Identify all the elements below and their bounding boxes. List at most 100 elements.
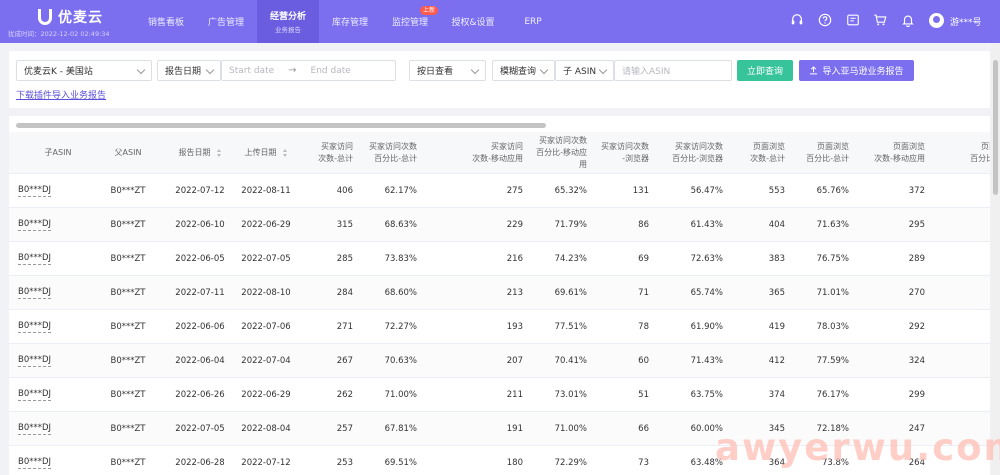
date-type-select[interactable]: 报告日期 — [157, 60, 221, 81]
table-cell: 2022-08-04 — [233, 412, 299, 446]
start-date-input[interactable]: Start date — [229, 66, 274, 76]
import-report-label: 导入亚马逊业务报告 — [822, 67, 904, 77]
query-button[interactable]: 立即查询 — [737, 60, 793, 81]
shop-select[interactable]: 优麦云K - 美国站 — [16, 60, 152, 81]
match-mode-select[interactable]: 模糊查询 — [492, 60, 555, 81]
cell-value: 71.63% — [816, 220, 849, 230]
headset-icon[interactable] — [790, 13, 804, 27]
column-header[interactable]: 报告日期 — [167, 132, 233, 174]
table-row[interactable]: B0***DJ B0***ZT 2022-06-10 2022-06-29 315 68.… — [9, 208, 990, 242]
column-header-label: 页面浏览 次数-移动应用 — [874, 142, 925, 163]
table-cell: 262 — [299, 378, 359, 412]
table-cell: 76.75% — [791, 242, 855, 276]
column-header-label: 页面浏览 百分比-总计 — [806, 142, 849, 163]
table-cell: 65.74% — [655, 276, 729, 310]
horizontal-scrollbar[interactable] — [16, 123, 546, 128]
cell-value: 72.63% — [690, 254, 723, 264]
cell-value: 193 — [506, 322, 523, 332]
cell-value: 315 — [336, 220, 353, 230]
table-cell: 257 — [299, 412, 359, 446]
app-logo[interactable]: 优麦云 — [38, 7, 103, 27]
table-cell: 2022-06-26 — [167, 378, 233, 412]
table-cell: 315 — [299, 208, 359, 242]
table-cell: 2022-06-10 — [167, 208, 233, 242]
asin-type-select[interactable]: 子 ASIN — [555, 60, 614, 81]
vertical-scrollbar[interactable] — [993, 60, 998, 195]
username[interactable]: 游***号 — [950, 15, 982, 28]
table-row[interactable]: B0***DJ B0***ZT 2022-06-06 2022-07-06 271 72.… — [9, 310, 990, 344]
download-plugin-link[interactable]: 下载插件导入业务报告 — [16, 88, 106, 101]
cell-value: 295 — [908, 220, 925, 230]
table-cell: 67.81% — [359, 412, 423, 446]
cell-value: 211 — [506, 390, 523, 400]
date-type-value: 报告日期 — [165, 67, 202, 77]
cell-value: 74.23% — [554, 254, 587, 264]
cell-value: 2022-07-05 — [175, 424, 225, 434]
cell-value: 271 — [336, 322, 353, 332]
table-row[interactable]: B0***DJ B0***ZT 2022-07-12 2022-08-11 406 62.… — [9, 174, 990, 208]
table-cell: 60 — [593, 344, 655, 378]
column-header: 父ASIN — [89, 132, 167, 174]
date-range-picker[interactable]: Start date → End date — [221, 60, 396, 81]
bell-icon[interactable] — [901, 13, 915, 28]
match-mode-value: 模糊查询 — [500, 67, 537, 77]
table-cell: 2022-06-06 — [167, 310, 233, 344]
cart-icon[interactable] — [873, 13, 887, 27]
table-row[interactable]: B0***DJ B0***ZT 2022-07-11 2022-08-10 284 68.… — [9, 276, 990, 310]
table-cell: 412 — [729, 344, 791, 378]
view-by-value: 按日查看 — [417, 67, 454, 77]
cell-value: 2022-08-10 — [241, 288, 291, 298]
parent-asin-cell: B0***ZT — [89, 446, 167, 475]
table-cell: 2022-06-28 — [167, 446, 233, 475]
view-by-select[interactable]: 按日查看 — [409, 60, 486, 81]
cell-value: 73.83% — [384, 254, 417, 264]
nav-inventory[interactable]: 库存管理 — [324, 0, 376, 43]
table-row[interactable]: B0***DJ B0***ZT 2022-06-26 2022-06-29 262 71.… — [9, 378, 990, 412]
asin-input[interactable]: 请输入ASIN — [614, 60, 732, 81]
nav-sales-dashboard[interactable]: 销售看板 — [140, 0, 192, 43]
cell-value: 2022-06-29 — [241, 390, 291, 400]
nav-monitor[interactable]: 监控管理 上新 — [384, 0, 438, 43]
import-report-button[interactable]: 导入亚马逊业务报告 — [799, 60, 914, 81]
cell-value: B0***DJ — [18, 321, 52, 333]
table-cell: 2022-06-05 — [167, 242, 233, 276]
message-icon[interactable] — [846, 13, 860, 27]
column-header[interactable]: 上传日期 — [233, 132, 299, 174]
cell-value: 70.41% — [554, 356, 587, 366]
table-cell: 207 — [423, 344, 529, 378]
cell-value: 2022-06-06 — [175, 322, 225, 332]
nav-business-analysis[interactable]: 经营分析 业务报告 — [257, 0, 319, 43]
user-icon[interactable] — [929, 13, 944, 28]
parent-asin-cell: B0***ZT — [89, 208, 167, 242]
nav-erp[interactable]: ERP — [515, 0, 551, 43]
sort-icon[interactable] — [282, 148, 288, 158]
cell-value: 61.90% — [690, 322, 723, 332]
column-header-label: 上传日期 — [244, 148, 277, 157]
table-cell: 553 — [729, 174, 791, 208]
sort-icon[interactable] — [216, 148, 222, 158]
cell-value: 2022-08-11 — [241, 186, 291, 196]
nav-ads[interactable]: 广告管理 — [200, 0, 252, 43]
cell-value: 374 — [768, 390, 785, 400]
cell-value: 76.75% — [816, 254, 849, 264]
column-header-label: 子ASIN — [44, 148, 72, 157]
table-row[interactable]: B0***DJ B0***ZT 2022-06-04 2022-07-04 267 70.… — [9, 344, 990, 378]
cell-value: 65.76% — [816, 186, 849, 196]
table-cell: 86 — [593, 208, 655, 242]
cell-value: 262 — [336, 390, 353, 400]
table-cell: 69.61% — [529, 276, 593, 310]
help-icon[interactable] — [818, 13, 832, 27]
table-cell: 77.59% — [791, 344, 855, 378]
chevron-down-icon — [136, 65, 146, 75]
table-cell: 2022-08-10 — [233, 276, 299, 310]
table-cell: 76.17% — [791, 378, 855, 412]
table-cell: 374 — [729, 378, 791, 412]
table-cell: 299 — [855, 378, 931, 412]
cell-value: 71.01% — [816, 288, 849, 298]
nav-auth-settings[interactable]: 授权&设置 — [446, 0, 500, 43]
end-date-input[interactable]: End date — [311, 66, 351, 76]
cell-value: 2022-07-12 — [175, 186, 225, 196]
table-cell: 2022-07-04 — [233, 344, 299, 378]
nav-label: 销售看板 — [147, 18, 184, 28]
table-row[interactable]: B0***DJ B0***ZT 2022-06-05 2022-07-05 285 73.… — [9, 242, 990, 276]
